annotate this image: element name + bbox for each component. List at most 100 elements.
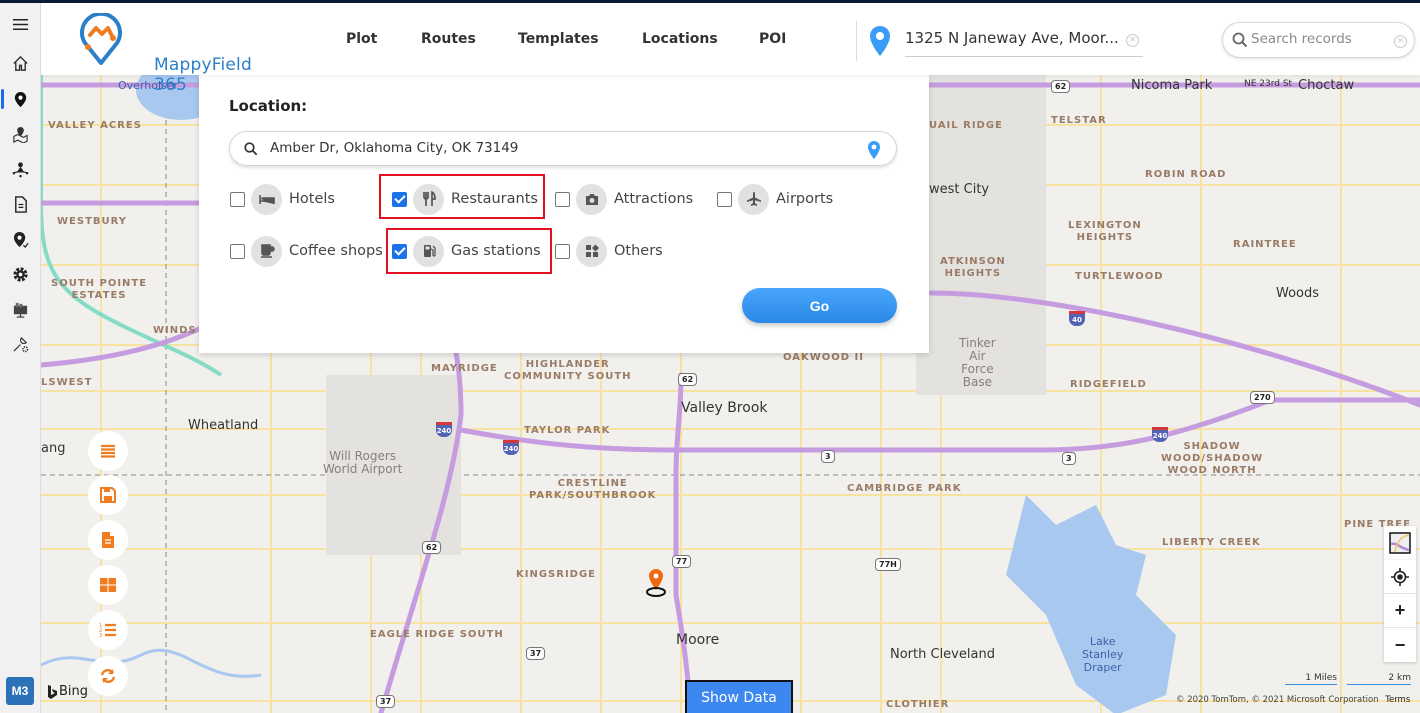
sidebar-item-dashboard[interactable] bbox=[0, 292, 41, 326]
map-label-moore: Moore bbox=[676, 632, 720, 648]
map-zoom-controls: + − bbox=[1384, 560, 1416, 662]
route-shield: 62 bbox=[678, 373, 698, 386]
map-label-taylor-park: TAYLOR PARK bbox=[524, 425, 611, 436]
sidebar-item-territory[interactable] bbox=[0, 152, 41, 186]
save-button[interactable] bbox=[88, 475, 128, 515]
location-input[interactable] bbox=[270, 140, 850, 156]
nav-poi[interactable]: POI bbox=[759, 31, 786, 47]
category-others[interactable]: Others bbox=[555, 234, 663, 268]
airports-checkbox[interactable] bbox=[717, 191, 732, 207]
route-shield: 37 bbox=[526, 647, 546, 660]
grid-button[interactable] bbox=[88, 565, 128, 605]
sidebar-item-map-area[interactable] bbox=[0, 117, 41, 151]
dashboard-icon bbox=[13, 302, 28, 318]
category-hotels[interactable]: Hotels bbox=[230, 182, 335, 216]
sidebar-item-checkin[interactable] bbox=[0, 222, 41, 256]
zoom-in-button[interactable]: + bbox=[1384, 594, 1416, 628]
category-attractions[interactable]: Attractions bbox=[555, 182, 693, 216]
map-label-westbury: WESTBURY bbox=[57, 216, 128, 227]
refresh-icon bbox=[100, 668, 116, 684]
category-airports[interactable]: Airports bbox=[717, 182, 833, 216]
gas-stations-checkbox[interactable] bbox=[392, 243, 407, 259]
coffee-shops-checkbox[interactable] bbox=[230, 243, 245, 259]
coffee-icon bbox=[260, 244, 275, 258]
sidebar: M3 bbox=[0, 3, 41, 713]
bing-logo: Bing bbox=[47, 684, 88, 699]
menu-button[interactable] bbox=[0, 7, 41, 41]
sidebar-item-document[interactable] bbox=[0, 187, 41, 221]
map-label-clothier: CLOTHIER bbox=[886, 699, 950, 710]
map-label-ne23: NE 23rd St bbox=[1244, 79, 1293, 89]
show-data-button[interactable]: Show Data bbox=[685, 680, 793, 713]
numbered-list-button[interactable]: 123 bbox=[88, 610, 128, 650]
list-button[interactable] bbox=[88, 431, 128, 471]
sidebar-item-home[interactable] bbox=[0, 46, 41, 80]
map-label-kingsridge: KINGSRIDGE bbox=[516, 569, 597, 580]
map-label-woods: Woods bbox=[1276, 286, 1320, 301]
gear-icon bbox=[13, 266, 28, 282]
route-shield: 3 bbox=[821, 450, 835, 463]
pin-check-icon bbox=[13, 231, 29, 248]
terms-link[interactable]: Terms bbox=[1385, 695, 1410, 705]
location-field[interactable] bbox=[229, 131, 897, 166]
logo-icon bbox=[80, 13, 122, 65]
map-area-icon bbox=[13, 126, 28, 143]
map-label-ridgefield: RIDGEFIELD bbox=[1070, 379, 1147, 390]
map-attribution: © 2020 TomTom, © 2021 Microsoft Corporat… bbox=[1176, 695, 1410, 705]
others-checkbox[interactable] bbox=[555, 243, 570, 259]
map-label-tinker: Tinker Air Force Base bbox=[959, 336, 996, 389]
location-pin-icon[interactable] bbox=[867, 140, 881, 160]
nav-locations[interactable]: Locations bbox=[642, 31, 718, 47]
search-icon bbox=[1232, 32, 1248, 48]
route-shield: 62 bbox=[1051, 80, 1071, 93]
scale-miles: 1 Miles bbox=[1285, 673, 1337, 685]
refresh-button[interactable] bbox=[88, 656, 128, 696]
search-records[interactable]: × bbox=[1222, 22, 1415, 58]
locate-button[interactable] bbox=[1384, 560, 1416, 594]
go-button[interactable]: Go bbox=[742, 288, 897, 323]
poi-search-panel: Location: Hotels Restaurants Attractions… bbox=[199, 75, 929, 353]
current-address[interactable]: 1325 N Janeway Ave, Moor... bbox=[905, 29, 1143, 57]
nav-routes[interactable]: Routes bbox=[421, 31, 476, 47]
route-shield: 37 bbox=[376, 695, 396, 708]
search-clear-button[interactable]: × bbox=[1394, 35, 1407, 48]
category-gas-stations[interactable]: Gas stations bbox=[392, 234, 541, 268]
category-restaurants[interactable]: Restaurants bbox=[392, 182, 538, 216]
map-label-lswest: LSWEST bbox=[41, 377, 93, 388]
search-input[interactable] bbox=[1251, 31, 1391, 47]
nav-plot[interactable]: Plot bbox=[346, 31, 377, 47]
route-shield: 270 bbox=[1250, 391, 1275, 404]
category-coffee-shops[interactable]: Coffee shops bbox=[230, 234, 383, 268]
zoom-out-button[interactable]: − bbox=[1384, 628, 1416, 662]
restaurants-label: Restaurants bbox=[451, 191, 538, 207]
report-button[interactable] bbox=[88, 520, 128, 560]
user-badge[interactable]: M3 bbox=[6, 677, 34, 705]
hotels-checkbox[interactable] bbox=[230, 191, 245, 207]
map-label-west-city: west City bbox=[929, 182, 990, 197]
svg-text:3: 3 bbox=[99, 633, 102, 639]
map-label-highlander: HIGHLANDER COMMUNITY SOUTH bbox=[504, 359, 632, 382]
map-label-valley-acres: VALLEY ACRES bbox=[48, 120, 142, 131]
address-clear-button[interactable]: × bbox=[1126, 34, 1139, 47]
sidebar-item-plot[interactable] bbox=[0, 82, 41, 116]
attractions-checkbox[interactable] bbox=[555, 191, 570, 207]
map-label-liberty-creek: LIBERTY CREEK bbox=[1162, 537, 1261, 548]
sidebar-item-settings[interactable] bbox=[0, 257, 41, 291]
hotels-label: Hotels bbox=[289, 191, 335, 207]
locate-icon bbox=[1391, 567, 1409, 586]
map-label-north-cleveland: North Cleveland bbox=[890, 647, 995, 662]
airplane-icon bbox=[746, 192, 761, 206]
location-marker-icon[interactable] bbox=[644, 568, 668, 598]
restaurants-checkbox[interactable] bbox=[392, 191, 407, 207]
gas-stations-label: Gas stations bbox=[451, 243, 541, 259]
nav-templates[interactable]: Templates bbox=[518, 31, 599, 47]
map-label-atkinson: ATKINSON HEIGHTS bbox=[940, 256, 1006, 279]
sidebar-item-tools[interactable] bbox=[0, 327, 41, 361]
map-label-will-rogers: Will Rogers World Airport bbox=[323, 449, 403, 476]
interstate-shield: 240 bbox=[436, 422, 452, 437]
app-logo[interactable]: MappyField 365 bbox=[79, 13, 269, 95]
gas-pump-icon bbox=[423, 245, 436, 257]
map-style-button[interactable] bbox=[1384, 526, 1416, 560]
header-divider bbox=[856, 21, 857, 61]
route-shield: 62 bbox=[422, 541, 442, 554]
